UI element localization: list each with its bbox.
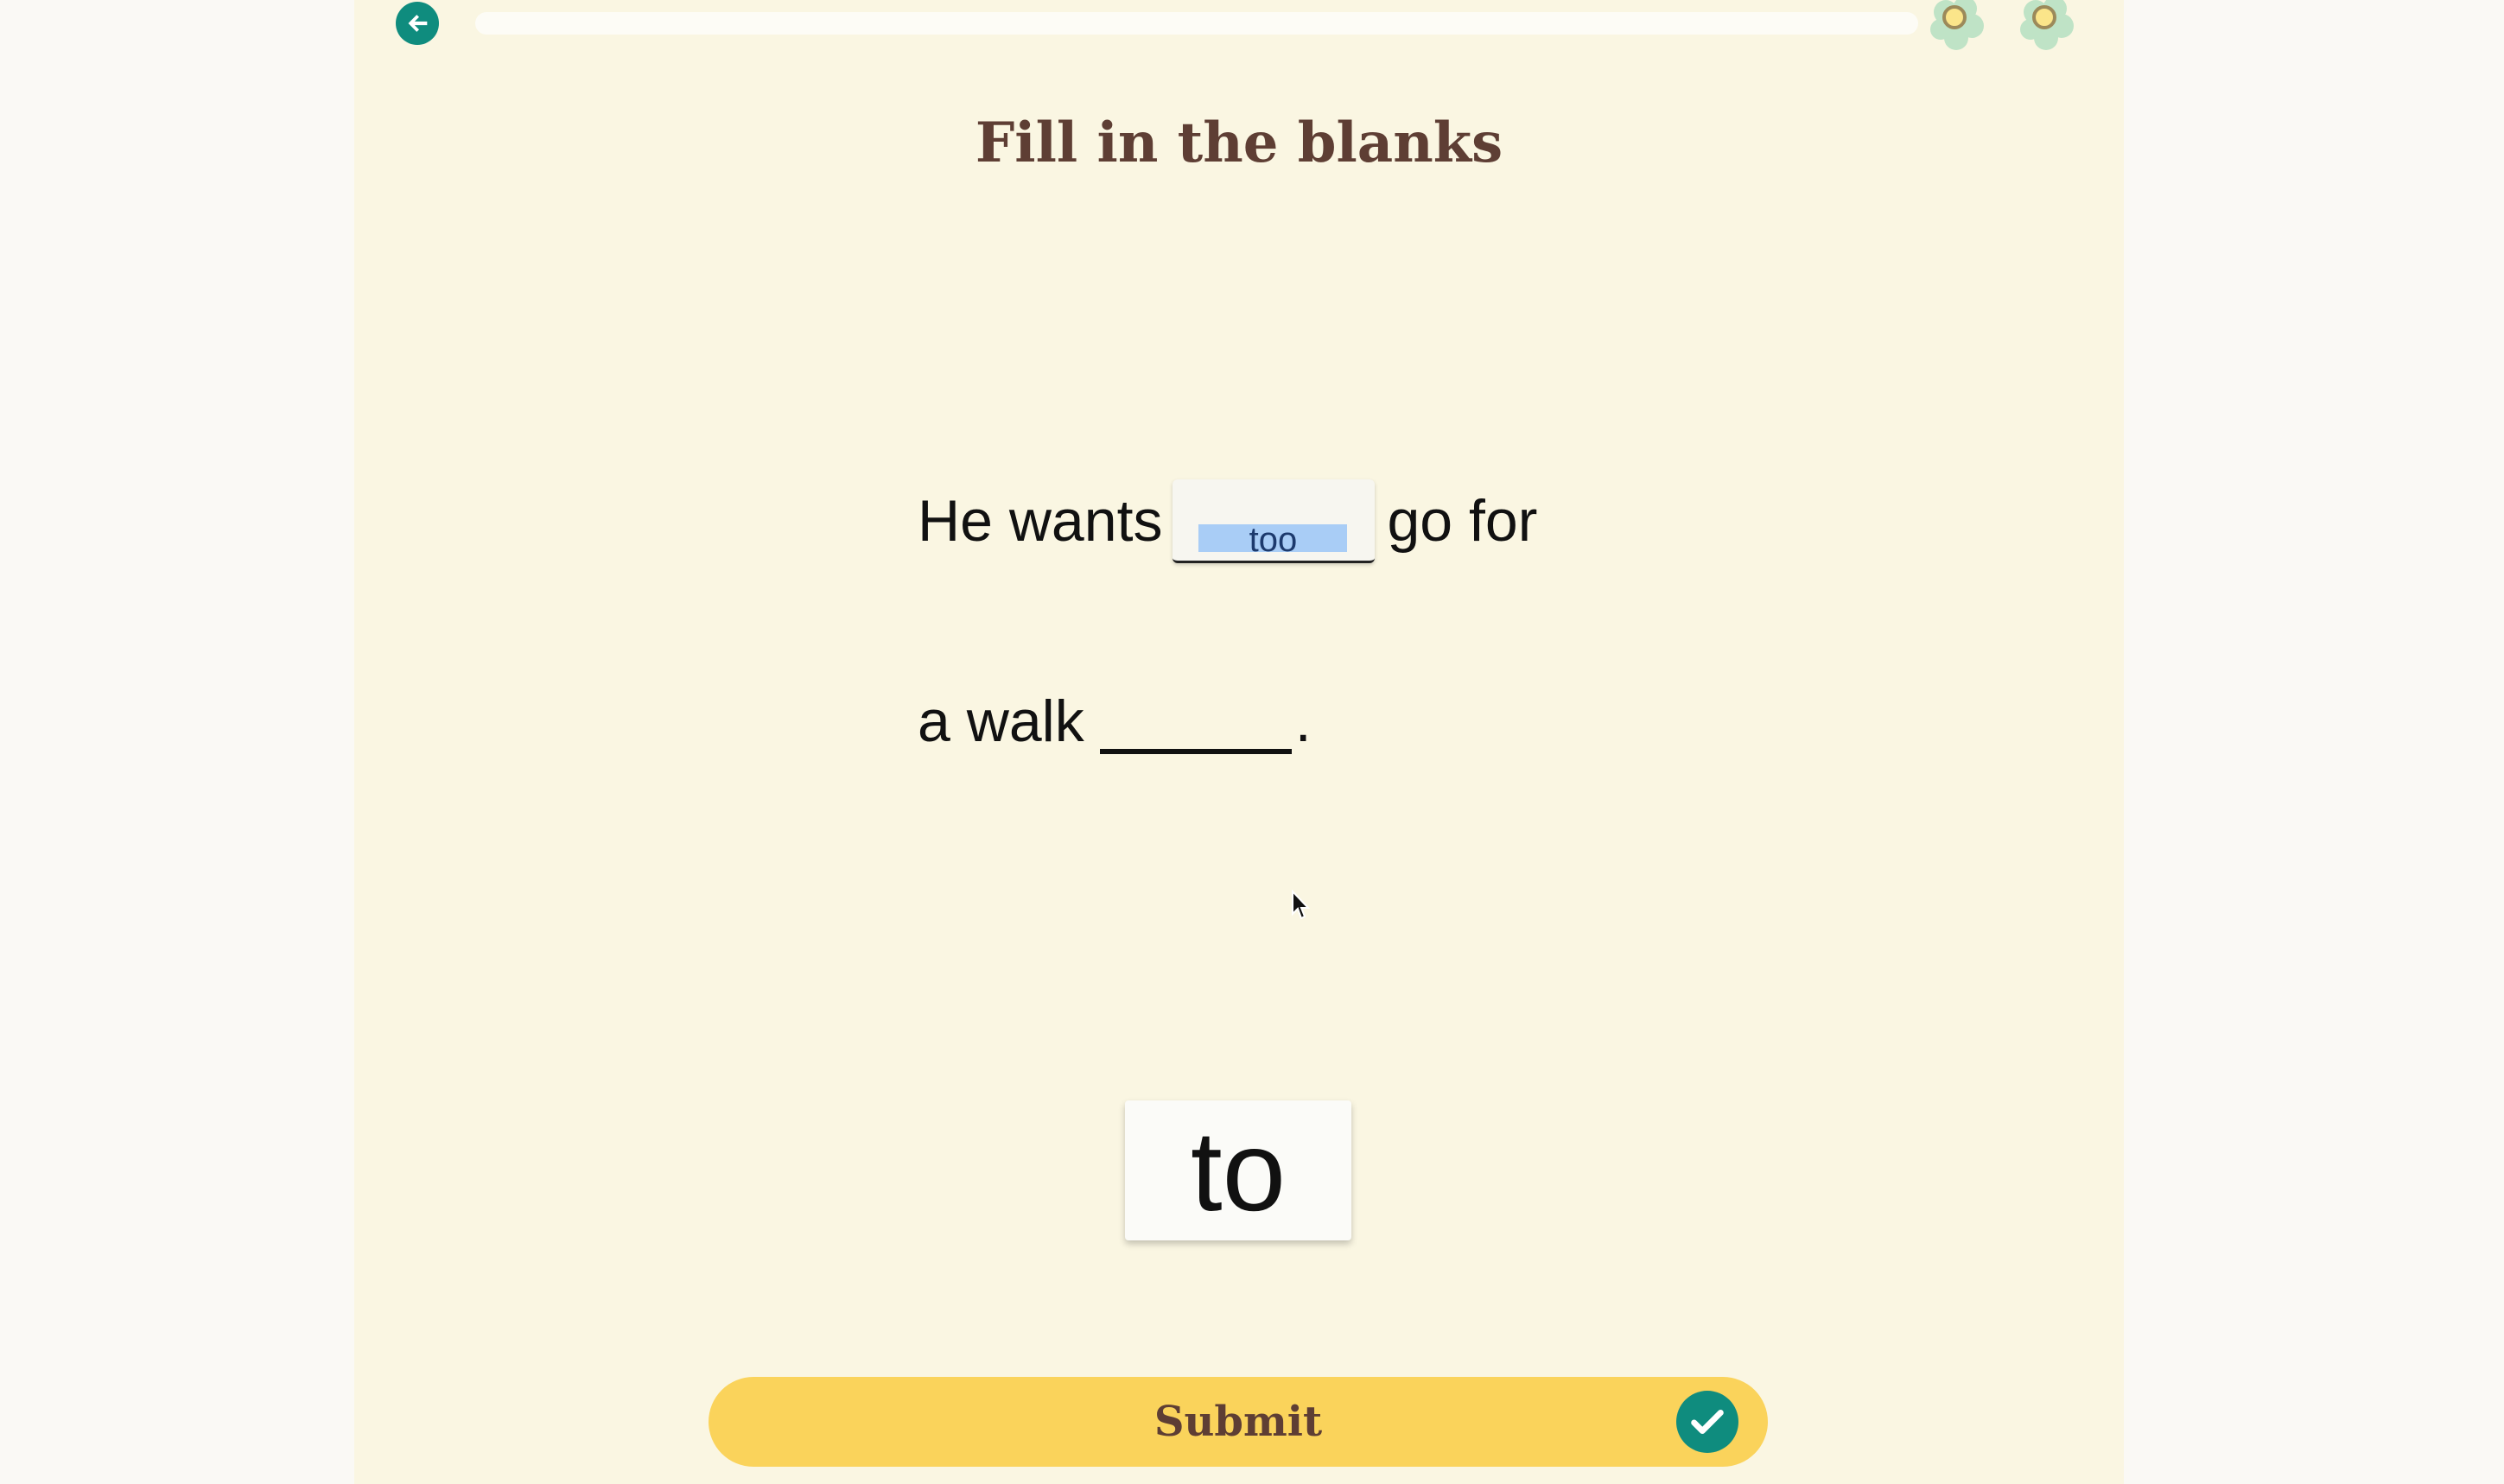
flower-icon [2020, 0, 2082, 54]
mouse-pointer-icon [1292, 890, 1310, 920]
sentence-text: He wants [918, 488, 1163, 554]
sentence-text: go for [1387, 488, 1538, 554]
sentence-line-2: a walk . [918, 682, 1312, 760]
exercise-panel: Fill in the blanks He wants too go for a… [354, 0, 2124, 1484]
flower-icon [1930, 0, 1992, 54]
sentence-line-1: He wants too go for [918, 473, 1537, 568]
progress-bar [475, 12, 1918, 35]
blank-2-empty[interactable] [1099, 688, 1292, 754]
word-card[interactable]: to [1125, 1100, 1351, 1240]
blank-1-word: too [1198, 523, 1348, 557]
submit-button[interactable]: Submit [709, 1377, 1768, 1467]
sentence-text: a walk [918, 688, 1084, 754]
back-button[interactable] [396, 2, 439, 45]
back-arrow-icon [408, 15, 428, 32]
page-title: Fill in the blanks [975, 111, 1503, 175]
blank-1-filled[interactable]: too [1173, 479, 1376, 563]
submit-label: Submit [1153, 1398, 1323, 1446]
checkmark-icon [1676, 1391, 1738, 1453]
sentence-text: . [1294, 688, 1312, 754]
page: Fill in the blanks He wants too go for a… [0, 0, 2504, 1484]
